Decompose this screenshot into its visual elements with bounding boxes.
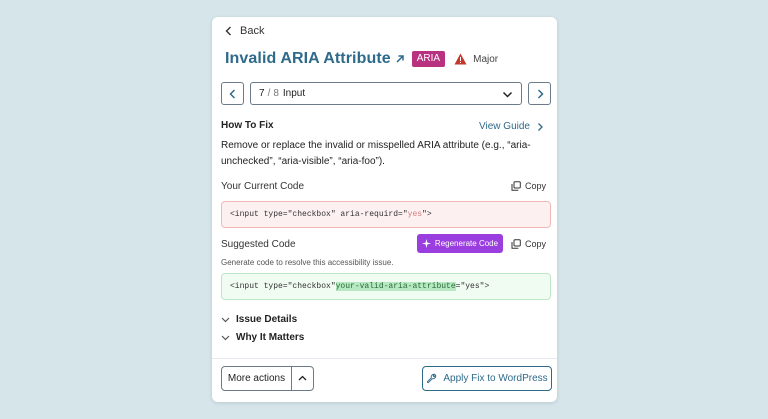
suggested-code-label: Suggested Code: [221, 239, 296, 250]
why-it-matters-toggle[interactable]: Why It Matters: [221, 332, 304, 343]
copy-icon: [511, 239, 521, 249]
issue-panel: Back Invalid ARIA Attribute ARIA Major 7…: [212, 17, 557, 402]
how-to-fix-heading: How To Fix: [221, 120, 274, 131]
issue-total: 8: [273, 88, 279, 99]
regenerate-code-button[interactable]: Regenerate Code: [417, 234, 503, 253]
fix-description: Remove or replace the invalid or misspel…: [221, 140, 531, 167]
why-it-matters-label: Why It Matters: [236, 332, 305, 343]
issue-details-toggle[interactable]: Issue Details: [221, 314, 297, 325]
current-code-highlight: yes: [407, 210, 423, 219]
view-guide-label: View Guide: [479, 121, 530, 132]
copy-suggested-code-button[interactable]: Copy: [511, 239, 546, 249]
issue-separator: /: [267, 88, 271, 99]
chevron-down-icon: [502, 91, 513, 98]
current-code-prefix: <input type="checkbox" aria-requird=": [230, 210, 408, 219]
current-code-label: Your Current Code: [221, 181, 305, 192]
copy-label: Copy: [524, 239, 546, 249]
external-link-icon[interactable]: [395, 54, 405, 64]
issue-select[interactable]: 7 / 8 Input: [250, 82, 522, 105]
suggested-code-block: <input type="checkbox" your-valid-aria-a…: [221, 273, 551, 300]
suggested-code-highlight: your-valid-aria-attribute: [335, 282, 456, 291]
issue-current-index: 7: [259, 88, 265, 99]
title-row: Invalid ARIA Attribute ARIA Major: [225, 50, 498, 68]
chevron-down-icon: [221, 335, 230, 341]
back-label: Back: [240, 25, 265, 37]
more-actions-button[interactable]: More actions: [222, 367, 292, 390]
next-issue-button[interactable]: [528, 82, 551, 105]
suggested-code-suffix: ="yes">: [455, 282, 490, 291]
sparkle-icon: [421, 239, 431, 248]
chevron-right-icon: [538, 122, 543, 131]
current-code-block: <input type="checkbox" aria-requird=" yes…: [221, 201, 551, 228]
back-button[interactable]: Back: [224, 23, 264, 39]
copy-icon: [511, 181, 521, 191]
severity-label: Major: [473, 53, 499, 65]
wrench-icon: [427, 373, 437, 384]
copy-label: Copy: [524, 181, 546, 191]
previous-issue-button[interactable]: [221, 82, 244, 105]
chevron-left-icon: [225, 26, 231, 36]
copy-current-code-button[interactable]: Copy: [511, 181, 546, 191]
chevron-right-icon: [537, 88, 544, 99]
more-actions-toggle[interactable]: [292, 367, 313, 390]
more-actions-group: More actions: [221, 366, 314, 391]
suggested-code-prefix: <input type="checkbox": [230, 282, 336, 291]
chevron-left-icon: [228, 88, 235, 99]
view-guide-link[interactable]: View Guide: [479, 121, 544, 132]
regenerate-label: Regenerate Code: [434, 239, 499, 248]
aria-badge: ARIA: [411, 51, 446, 67]
suggested-code-description: Generate code to resolve this accessibil…: [221, 258, 394, 267]
warning-icon: [454, 53, 467, 65]
apply-fix-label: Apply Fix to WordPress: [443, 373, 548, 384]
chevron-down-icon: [221, 317, 230, 323]
issue-details-label: Issue Details: [236, 314, 298, 325]
footer-divider: [212, 358, 557, 359]
apply-fix-button[interactable]: Apply Fix to WordPress: [422, 366, 552, 391]
current-code-suffix: ">: [422, 210, 432, 219]
chevron-up-icon: [298, 375, 307, 381]
issue-type-label: Input: [282, 88, 306, 99]
issue-title: Invalid ARIA Attribute: [225, 50, 391, 67]
